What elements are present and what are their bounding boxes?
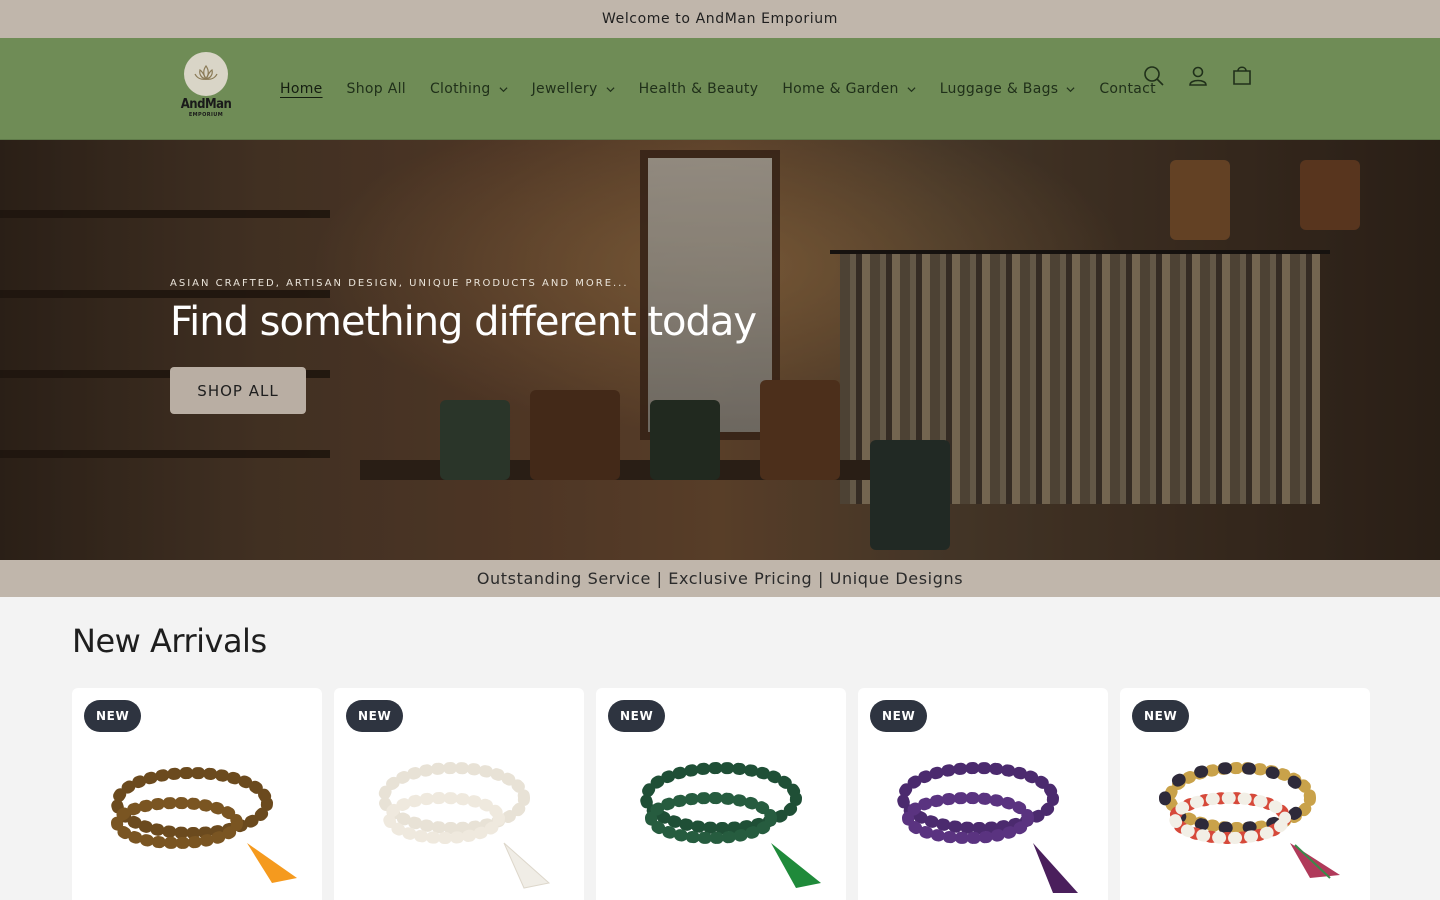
site-header: AndMan EMPORIUM Home Shop All Clothing J… — [0, 38, 1440, 140]
hero-content: ASIAN CRAFTED, ARTISAN DESIGN, UNIQUE PR… — [170, 278, 757, 414]
hero-banner: ASIAN CRAFTED, ARTISAN DESIGN, UNIQUE PR… — [0, 140, 1440, 560]
nav-clothing[interactable]: Clothing — [418, 74, 520, 104]
hero-title: Find something different today — [170, 299, 757, 345]
logo-wordmark: AndMan — [180, 97, 232, 112]
nav-health-beauty[interactable]: Health & Beauty — [627, 74, 771, 104]
lotus-icon — [184, 52, 228, 96]
nav-home[interactable]: Home — [268, 74, 335, 104]
mala-bead-image — [640, 762, 821, 888]
shop-all-button[interactable]: SHOP ALL — [170, 367, 306, 414]
chevron-down-icon — [606, 86, 615, 92]
nav-shop-all[interactable]: Shop All — [335, 74, 418, 104]
mala-bead-image — [378, 762, 551, 889]
nav-jewellery[interactable]: Jewellery — [520, 74, 627, 104]
product-card[interactable]: NEW — [1120, 688, 1370, 900]
product-grid: NEW NEW NEW NEW NEW — [72, 688, 1370, 900]
nav-label: Luggage & Bags — [939, 81, 1059, 97]
nav-label: Clothing — [429, 81, 491, 97]
logo-subtitle: EMPORIUM — [188, 112, 224, 118]
nav-label: Jewellery — [531, 81, 598, 97]
nav-label: Shop All — [346, 81, 406, 97]
hero-eyebrow: ASIAN CRAFTED, ARTISAN DESIGN, UNIQUE PR… — [170, 278, 629, 289]
nav-luggage-bags[interactable]: Luggage & Bags — [928, 74, 1088, 104]
nav-label: Home — [280, 81, 323, 97]
search-icon[interactable] — [1142, 64, 1166, 88]
nav-label: Home & Garden — [782, 81, 899, 97]
product-card[interactable]: NEW — [596, 688, 846, 900]
mala-bead-image — [1159, 762, 1340, 879]
chevron-down-icon — [907, 86, 916, 92]
new-badge: NEW — [870, 700, 928, 732]
announcement-text: Welcome to AndMan Emporium — [601, 11, 838, 27]
product-card[interactable]: NEW — [72, 688, 322, 900]
new-badge: NEW — [346, 700, 404, 732]
section-title: New Arrivals — [72, 622, 267, 660]
header-actions — [1142, 64, 1254, 88]
new-badge: NEW — [1132, 700, 1190, 732]
product-card[interactable]: NEW — [858, 688, 1108, 900]
tagline-bar: Outstanding Service | Exclusive Pricing … — [0, 560, 1440, 597]
main-nav: Home Shop All Clothing Jewellery Health … — [268, 74, 1168, 104]
tagline-text: Outstanding Service | Exclusive Pricing … — [476, 569, 964, 588]
new-badge: NEW — [608, 700, 666, 732]
announcement-bar: Welcome to AndMan Emporium — [0, 0, 1440, 38]
mala-bead-image — [897, 762, 1078, 893]
account-icon[interactable] — [1186, 64, 1210, 88]
chevron-down-icon — [1066, 86, 1075, 92]
mala-bead-image — [111, 767, 297, 883]
cart-icon[interactable] — [1230, 64, 1254, 88]
store-logo[interactable]: AndMan EMPORIUM — [178, 52, 234, 126]
nav-home-garden[interactable]: Home & Garden — [770, 74, 927, 104]
chevron-down-icon — [499, 86, 508, 92]
nav-label: Health & Beauty — [638, 81, 759, 97]
product-card[interactable]: NEW — [334, 688, 584, 900]
new-badge: NEW — [84, 700, 142, 732]
